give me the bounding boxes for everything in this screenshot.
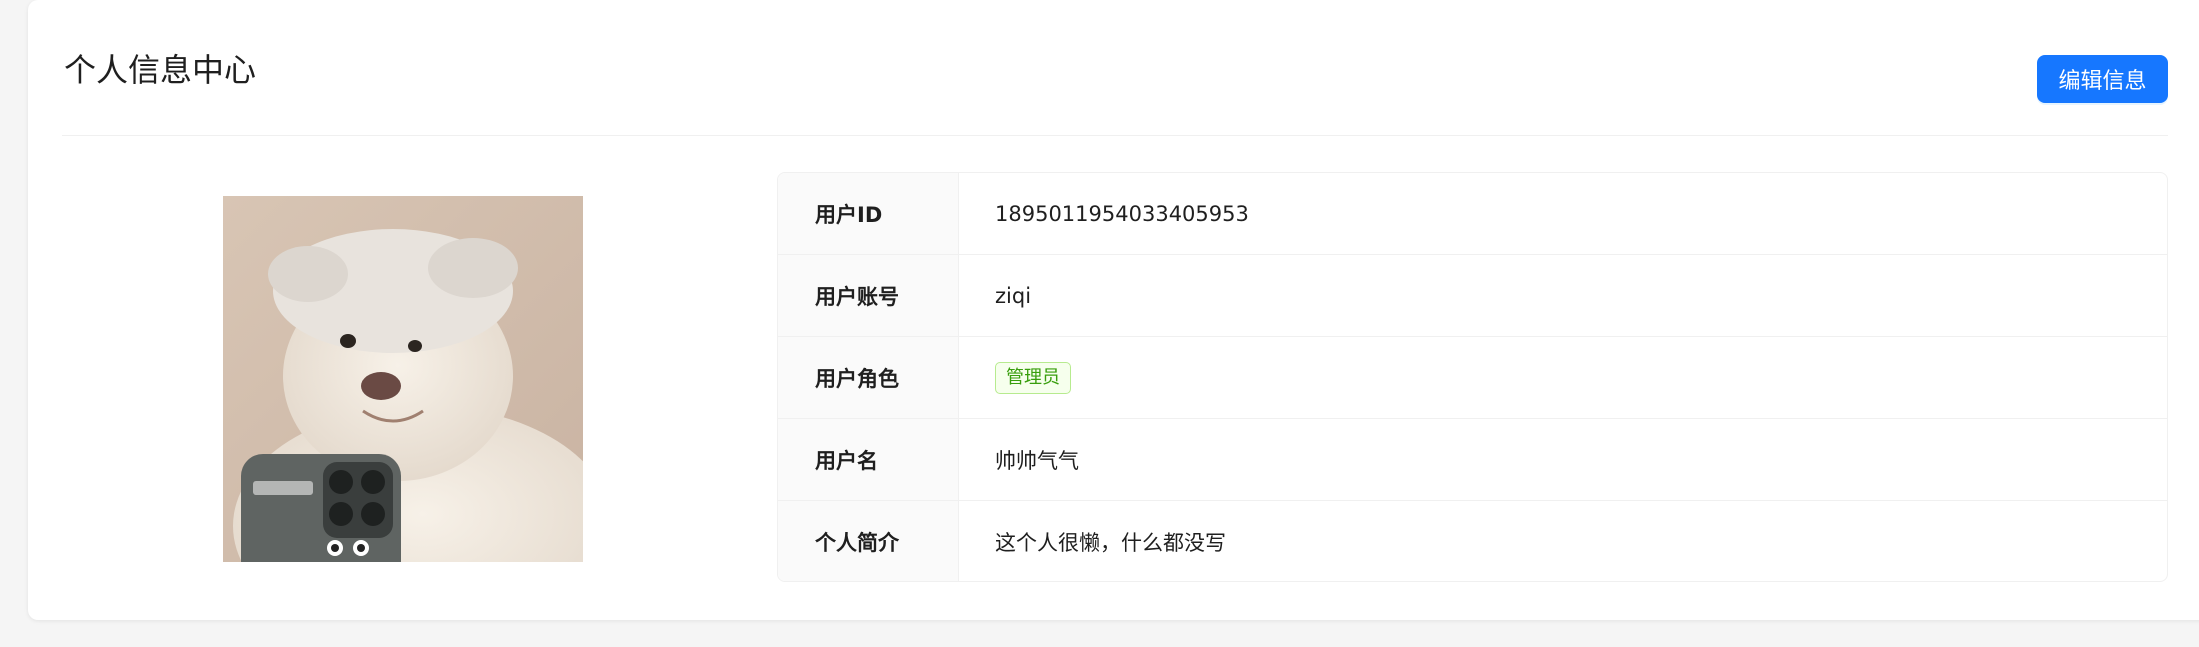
bio-value: 这个人很懒，什么都没写 bbox=[995, 530, 1226, 555]
row-label: 用户账号 bbox=[778, 255, 959, 336]
table-row: 用户ID 1895011954033405953 bbox=[778, 173, 2167, 255]
profile-details-table: 用户ID 1895011954033405953 用户账号 ziqi 用户角色 … bbox=[777, 172, 2168, 582]
row-label: 用户ID bbox=[778, 173, 959, 254]
user-account-value: ziqi bbox=[995, 283, 1032, 308]
table-row: 用户名 帅帅气气 bbox=[778, 419, 2167, 501]
table-row: 个人简介 这个人很懒，什么都没写 bbox=[778, 501, 2167, 581]
avatar-image bbox=[223, 196, 583, 562]
header-divider bbox=[62, 135, 2168, 136]
row-label: 用户角色 bbox=[778, 337, 959, 418]
page-title: 个人信息中心 bbox=[64, 51, 257, 89]
row-label: 个人简介 bbox=[778, 501, 959, 581]
user-id-value: 1895011954033405953 bbox=[995, 201, 1249, 226]
edit-info-button[interactable]: 编辑信息 bbox=[2037, 55, 2168, 103]
avatar bbox=[223, 196, 583, 562]
table-row: 用户角色 管理员 bbox=[778, 337, 2167, 419]
username-value: 帅帅气气 bbox=[995, 448, 1079, 473]
row-label: 用户名 bbox=[778, 419, 959, 500]
table-row: 用户账号 ziqi bbox=[778, 255, 2167, 337]
role-badge: 管理员 bbox=[995, 361, 1071, 394]
